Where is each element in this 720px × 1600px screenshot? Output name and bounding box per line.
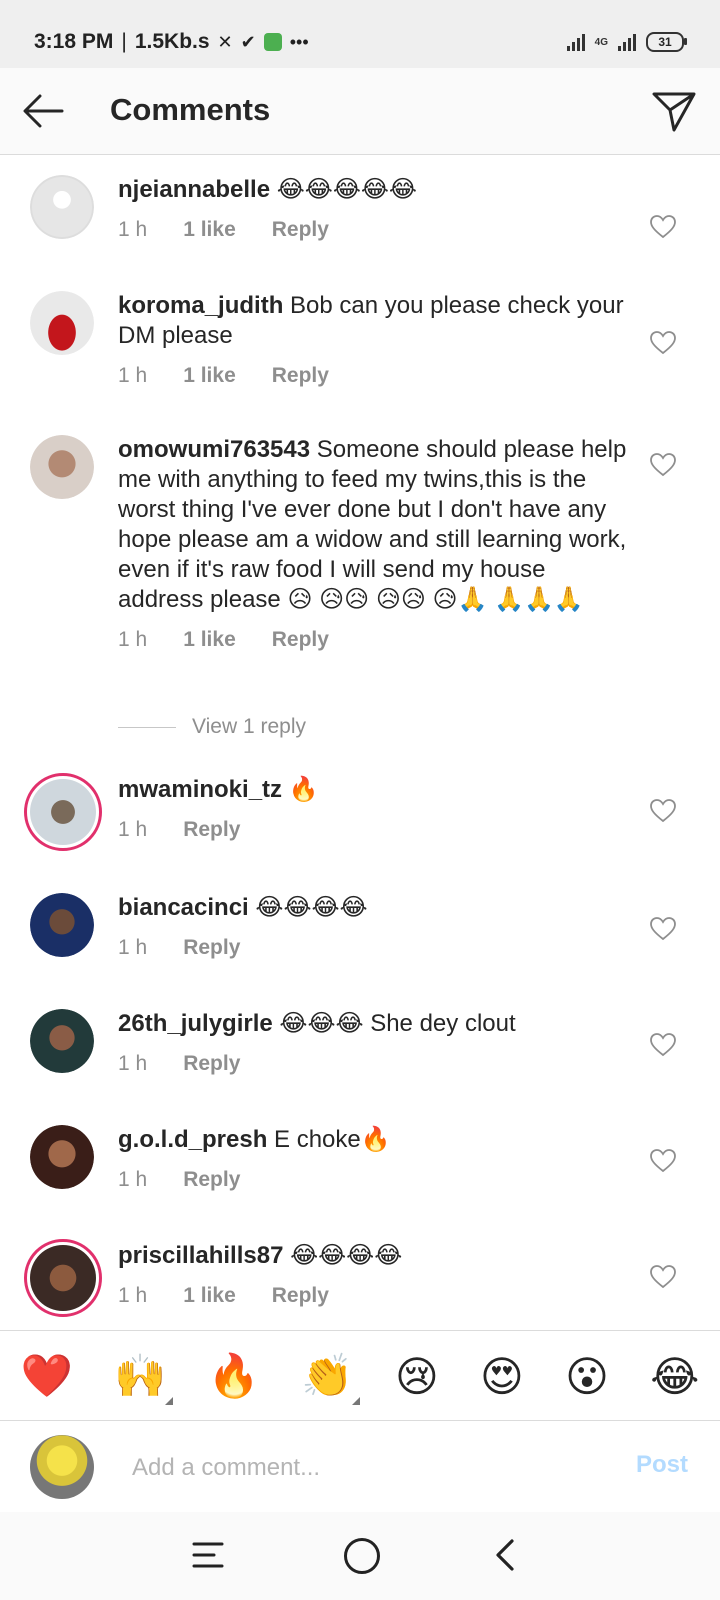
skin-tone-corner-icon — [164, 1396, 173, 1405]
like-heart-icon[interactable] — [650, 1149, 676, 1173]
comment-likes[interactable]: 1 like — [183, 361, 236, 391]
comment-text: 😂😂😂😂😂 — [276, 176, 417, 203]
like-heart-icon[interactable] — [650, 1265, 676, 1289]
emoji-heart-eyes-button[interactable]: 😍 — [480, 1352, 524, 1401]
comment-text: E choke🔥 — [274, 1126, 391, 1153]
network-type: 4G — [594, 36, 608, 48]
battery-icon: 31 — [646, 32, 687, 52]
comment-text: 😂😂😂 She dey clout — [279, 1010, 516, 1037]
comment-username[interactable]: biancacinci — [118, 894, 249, 921]
comment-composer: Post — [0, 1420, 720, 1513]
battery-level: 31 — [658, 35, 672, 49]
direct-message-icon[interactable] — [650, 86, 698, 134]
divider-line — [118, 726, 176, 728]
check-circle-icon: ✔ — [240, 31, 256, 52]
like-heart-icon[interactable] — [650, 799, 676, 823]
current-user-avatar — [30, 1435, 94, 1499]
reply-button[interactable]: Reply — [272, 625, 329, 655]
comment-username[interactable]: omowumi763543 — [118, 436, 310, 463]
emoji-fire-button[interactable]: 🔥 — [208, 1352, 260, 1401]
avatar-story-ring[interactable] — [24, 1239, 102, 1317]
app-notification-icon — [263, 33, 282, 51]
more-notifications-icon: ••• — [289, 31, 309, 52]
comment-time: 1 h — [118, 218, 148, 241]
comment-time: 1 h — [118, 1168, 148, 1191]
status-bar: 3:18 PM | 1.5Kb.s ✕ ✔ ••• 4G 31 — [0, 0, 720, 68]
avatar[interactable] — [30, 1009, 94, 1073]
reply-button[interactable]: Reply — [183, 815, 240, 845]
comment-likes[interactable]: 1 like — [183, 1281, 236, 1311]
system-back-icon[interactable] — [492, 1538, 522, 1572]
signal-icon-2 — [618, 33, 636, 51]
comment-text: 😂😂😂😂 — [290, 1242, 403, 1269]
like-heart-icon[interactable] — [650, 1033, 676, 1057]
signal-icon — [566, 33, 585, 51]
emoji-clap-button[interactable]: 👏 — [301, 1351, 360, 1405]
avatar-story-ring[interactable] — [24, 773, 102, 851]
reply-button[interactable]: Reply — [183, 933, 240, 963]
comment-likes[interactable]: 1 like — [183, 625, 236, 655]
comment-input[interactable] — [130, 1449, 574, 1487]
recent-apps-icon[interactable] — [192, 1540, 224, 1570]
comment-username[interactable]: 26th_julygirle — [118, 1010, 273, 1037]
comment-text: 🔥 — [288, 776, 319, 803]
emoji-crying-button[interactable]: 😢 — [395, 1352, 439, 1401]
status-bar-left: 3:18 PM | 1.5Kb.s ✕ ✔ ••• — [34, 30, 309, 54]
like-heart-icon[interactable] — [650, 453, 676, 477]
comment-time: 1 h — [118, 628, 148, 651]
emoji-raised-hands-button[interactable]: 🙌 — [114, 1351, 173, 1405]
like-heart-icon[interactable] — [650, 215, 676, 239]
comment-username[interactable]: mwaminoki_tz — [118, 776, 282, 803]
skin-tone-corner-icon — [351, 1396, 360, 1405]
comment-username[interactable]: koroma_judith — [118, 292, 283, 319]
system-nav-bar — [0, 1512, 720, 1600]
home-icon[interactable] — [344, 1538, 380, 1574]
comment-username[interactable]: g.o.l.d_presh — [118, 1126, 267, 1153]
status-time: 3:18 PM — [34, 30, 114, 53]
status-bar-right: 4G 31 — [566, 32, 687, 52]
page-title: Comments — [110, 92, 271, 127]
avatar[interactable] — [30, 893, 94, 957]
comment-text: 😂😂😂😂 — [255, 894, 368, 921]
comment-time: 1 h — [118, 1052, 148, 1075]
reply-button[interactable]: Reply — [183, 1165, 240, 1195]
reply-button[interactable]: Reply — [272, 215, 329, 245]
comment-username[interactable]: njeiannabelle — [118, 176, 270, 203]
comment-time: 1 h — [118, 936, 148, 959]
comment-likes[interactable]: 1 like — [183, 215, 236, 245]
comment-time: 1 h — [118, 1284, 148, 1307]
emoji-raised-hands-glyph: 🙌 — [114, 1351, 167, 1399]
avatar[interactable] — [30, 1125, 94, 1189]
emoji-surprised-button[interactable]: 😮 — [565, 1352, 609, 1401]
like-heart-icon[interactable] — [650, 331, 676, 355]
avatar[interactable] — [30, 175, 94, 239]
mute-icon: ✕ — [217, 31, 233, 52]
header: Comments — [0, 68, 720, 155]
comments-list[interactable]: njeiannabelle 😂😂😂😂😂 1 h 1 like Reply kor… — [0, 155, 720, 1330]
view-replies-label[interactable]: View 1 reply — [192, 715, 306, 739]
status-speed: 1.5Kb.s — [134, 30, 210, 53]
like-heart-icon[interactable] — [650, 917, 676, 941]
status-separator: | — [121, 30, 127, 53]
avatar[interactable] — [30, 291, 94, 355]
view-replies-button[interactable]: View 1 reply — [118, 715, 306, 739]
back-arrow-icon[interactable] — [20, 88, 66, 134]
emoji-clap-glyph: 👏 — [301, 1351, 354, 1399]
post-button[interactable]: Post — [636, 1451, 688, 1479]
avatar[interactable] — [30, 435, 94, 499]
emoji-quick-bar: ❤️ 🙌 🔥 👏 😢 😍 😮 😂 — [0, 1330, 720, 1421]
emoji-laughing-button[interactable]: 😂 — [650, 1352, 699, 1401]
comment-username[interactable]: priscillahills87 — [118, 1242, 283, 1269]
emoji-heart-button[interactable]: ❤️ — [21, 1352, 73, 1401]
reply-button[interactable]: Reply — [183, 1049, 240, 1079]
reply-button[interactable]: Reply — [272, 1281, 329, 1311]
reply-button[interactable]: Reply — [272, 361, 329, 391]
comment-time: 1 h — [118, 364, 148, 387]
comment-time: 1 h — [118, 818, 148, 841]
